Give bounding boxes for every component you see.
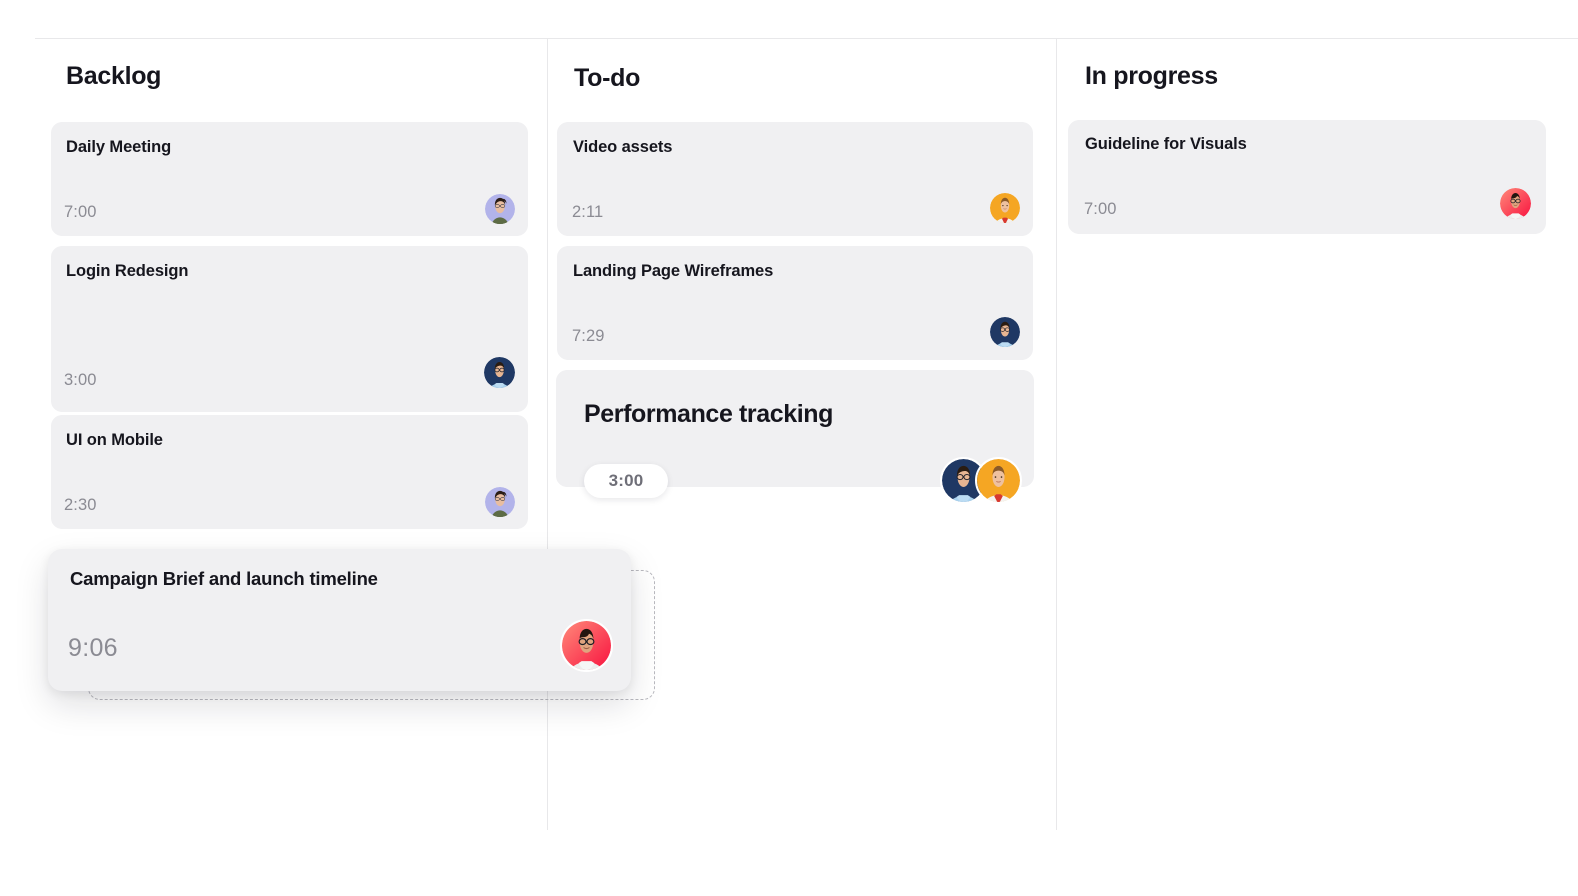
card-time: 2:30 [64, 496, 97, 514]
card-title: UI on Mobile [66, 431, 163, 449]
avatar [990, 317, 1020, 347]
card-guideline-for-visuals[interactable]: Guideline for Visuals 7:00 [1068, 120, 1546, 234]
column-title-in-progress: In progress [1085, 62, 1218, 90]
avatar [484, 357, 515, 388]
card-title: Daily Meeting [66, 138, 172, 156]
column-title-backlog: Backlog [66, 62, 162, 90]
kanban-board: Backlog Daily Meeting 7:00 Login Redesig… [0, 0, 1578, 896]
card-time: 7:00 [1084, 200, 1117, 218]
card-time: 9:06 [68, 634, 118, 662]
card-time: 2:11 [572, 203, 604, 221]
card-time: 3:00 [64, 371, 97, 389]
avatar [975, 457, 1022, 504]
avatar [485, 487, 515, 517]
column-title-todo: To-do [574, 64, 641, 92]
avatar-group [940, 457, 1022, 504]
card-time: 7:29 [572, 327, 605, 345]
card-title: Performance tracking [584, 400, 834, 428]
card-title: Login Redesign [66, 262, 189, 280]
card-title: Landing Page Wireframes [573, 262, 774, 280]
card-title: Guideline for Visuals [1085, 135, 1247, 153]
avatar [560, 619, 613, 672]
card-login-redesign[interactable]: Login Redesign [51, 246, 528, 412]
card-time: 3:00 [608, 471, 644, 490]
card-landing-page-wireframes[interactable]: Landing Page Wireframes 7:29 [557, 246, 1033, 360]
avatar [1500, 188, 1531, 219]
card-video-assets[interactable]: Video assets 2:11 [557, 122, 1033, 236]
card-time: 7:00 [64, 203, 97, 221]
avatar [990, 193, 1020, 223]
card-title: Video assets [573, 138, 673, 156]
avatar [485, 194, 515, 224]
card-daily-meeting[interactable]: Daily Meeting 7:00 [51, 122, 528, 236]
dragged-card-campaign-brief[interactable]: Campaign Brief and launch timeline 9:06 [48, 549, 631, 691]
card-title: Campaign Brief and launch timeline [70, 568, 378, 589]
card-ui-on-mobile[interactable]: UI on Mobile 2:30 [51, 415, 528, 529]
card-time-badge: 3:00 [584, 464, 668, 498]
